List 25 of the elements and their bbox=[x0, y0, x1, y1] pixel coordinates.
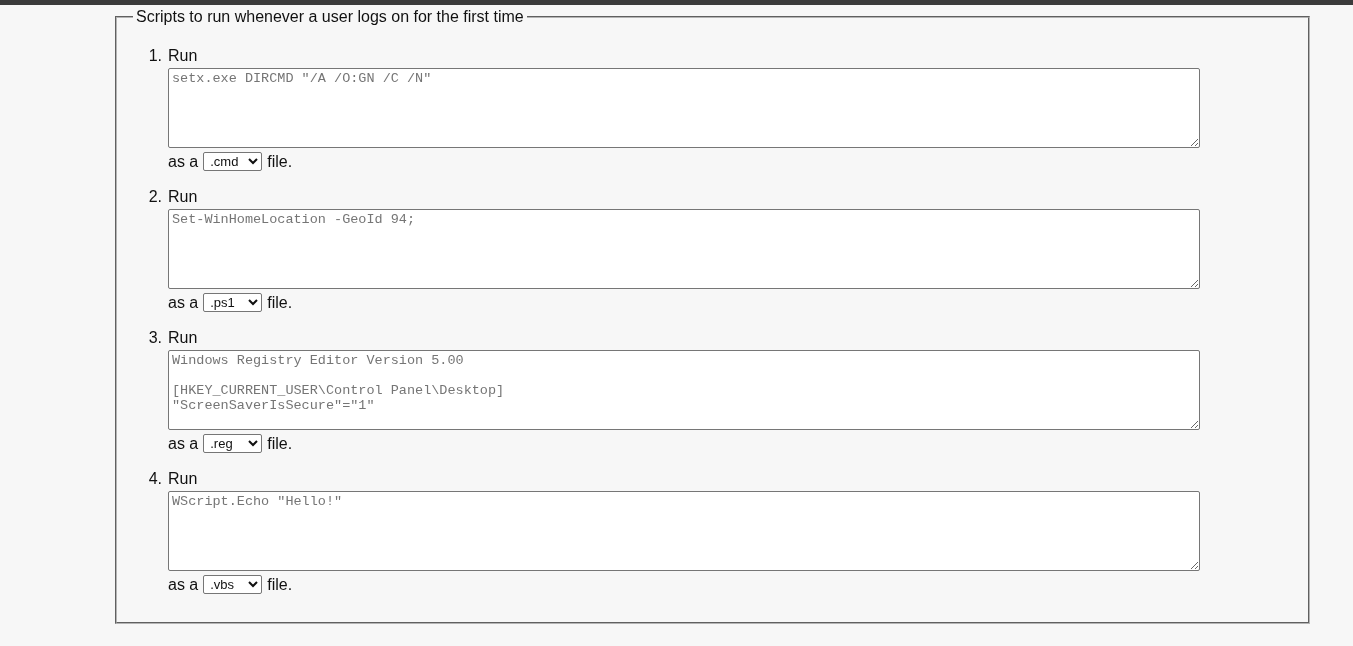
file-label: file. bbox=[267, 574, 293, 594]
run-label: Run bbox=[168, 328, 198, 347]
list-number: 4. bbox=[148, 469, 163, 488]
file-type-select[interactable]: .vbs bbox=[203, 574, 263, 594]
file-type-select[interactable]: .cmd bbox=[203, 151, 263, 171]
list-number: 1. bbox=[148, 46, 163, 65]
as-a-label: as a bbox=[168, 433, 199, 453]
script-textarea[interactable]: Windows Registry Editor Version 5.00 [HKEY_CURRENT_USER\Control Panel\Desktop] "ScreenSaverIsSecure"="1" bbox=[168, 350, 1200, 430]
fieldset-legend: Scripts to run whenever a user logs on for the first time bbox=[133, 7, 527, 26]
file-label: file. bbox=[267, 433, 293, 453]
file-type-select[interactable]: .ps1 bbox=[203, 292, 263, 312]
run-label: Run bbox=[168, 469, 198, 488]
as-a-label: as a bbox=[168, 574, 199, 594]
run-label: Run bbox=[168, 187, 198, 206]
file-label: file. bbox=[267, 292, 293, 312]
file-label: file. bbox=[267, 151, 293, 171]
file-type-select[interactable]: .reg bbox=[203, 433, 263, 453]
script-textarea[interactable]: WScript.Echo "Hello!" bbox=[168, 491, 1200, 571]
list-number: 3. bbox=[148, 328, 163, 347]
script-textarea[interactable]: Set-WinHomeLocation -GeoId 94; bbox=[168, 209, 1200, 289]
as-a-label: as a bbox=[168, 292, 199, 312]
as-a-label: as a bbox=[168, 151, 199, 171]
list-number: 2. bbox=[148, 187, 163, 206]
run-label: Run bbox=[168, 46, 198, 65]
script-textarea[interactable]: setx.exe DIRCMD "/A /O:GN /C /N" bbox=[168, 68, 1200, 148]
